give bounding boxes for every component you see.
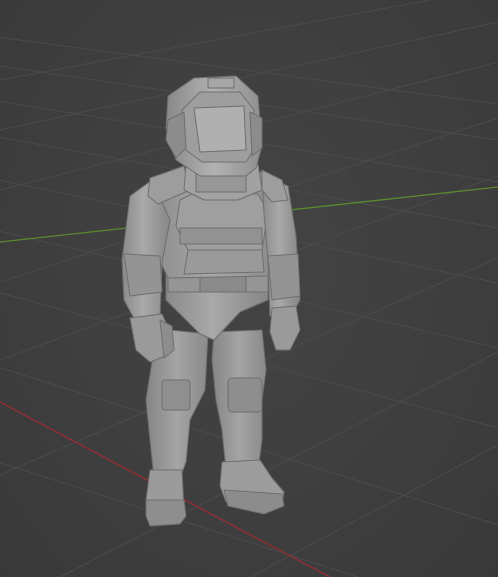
astronaut-mesh[interactable] [121, 75, 301, 527]
3d-viewport[interactable] [0, 0, 498, 577]
viewport-scene[interactable] [0, 0, 498, 577]
